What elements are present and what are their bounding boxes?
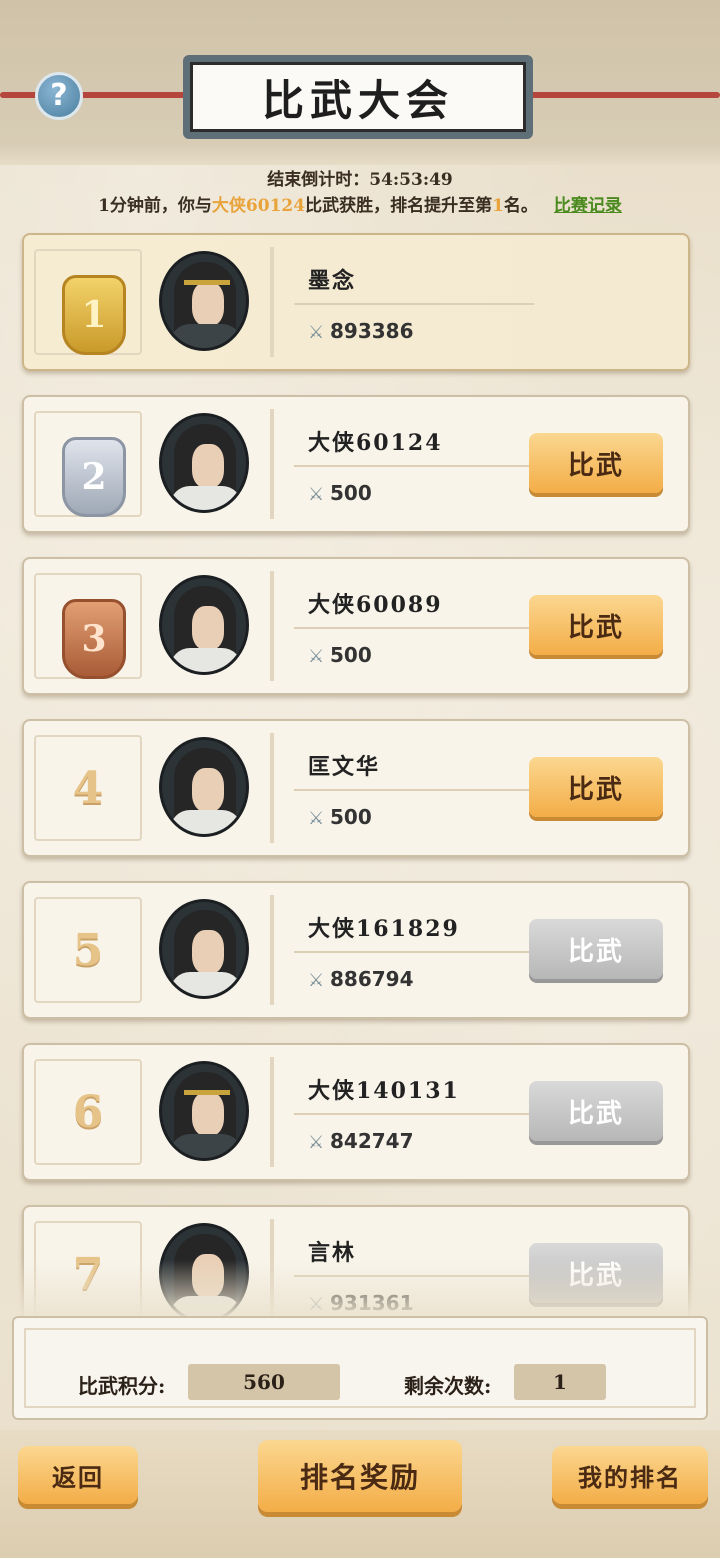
- back-button[interactable]: 返回: [18, 1446, 138, 1504]
- player-score: ⚔ 842747: [308, 1129, 414, 1153]
- new-rank: 1: [492, 196, 504, 216]
- avatar[interactable]: [159, 251, 249, 351]
- rank-badge-gold: 1: [62, 275, 126, 355]
- swords-icon: ⚔: [308, 1132, 325, 1153]
- ranking-row: 5 大侠161829 ⚔ 886794 比武: [22, 881, 690, 1019]
- avatar[interactable]: [159, 575, 249, 675]
- rope-left: [0, 92, 190, 98]
- swords-icon: ⚔: [308, 646, 325, 667]
- rank-badge-bronze: 3: [62, 599, 126, 679]
- player-score: ⚔ 893386: [308, 319, 414, 343]
- points-value: 560: [188, 1364, 340, 1400]
- remaining-label: 剩余次数:: [404, 1374, 492, 1398]
- challenge-button-disabled[interactable]: 比武: [529, 1081, 663, 1141]
- player-score: ⚔ 886794: [308, 967, 414, 991]
- swords-icon: ⚔: [308, 322, 325, 343]
- player-name: 大侠60124: [308, 430, 443, 456]
- swords-icon: ⚔: [308, 970, 325, 991]
- match-record-link[interactable]: 比赛记录: [554, 196, 622, 216]
- challenge-button[interactable]: 比武: [529, 433, 663, 493]
- player-name: 大侠161829: [308, 916, 460, 942]
- opponent-name: 大侠60124: [211, 196, 306, 216]
- player-name: 墨念: [308, 268, 357, 294]
- battle-message: 1分钟前，你与大侠60124比武获胜，排名提升至第1名。 比赛记录: [98, 196, 622, 216]
- player-name: 大侠60089: [308, 592, 443, 618]
- my-rank-button[interactable]: 我的排名: [552, 1446, 708, 1504]
- rope-right: [530, 92, 720, 98]
- ranking-row: 1 墨念 ⚔ 893386: [22, 233, 690, 371]
- player-name: 大侠140131: [308, 1078, 460, 1104]
- title-plate: 比武大会: [183, 55, 533, 139]
- stats-panel: 比武积分: 560 剩余次数: 1: [12, 1316, 708, 1420]
- rank-number: 5: [72, 924, 104, 976]
- ranking-row: 4 匡文华 ⚔ 500 比武: [22, 719, 690, 857]
- rank-number: 4: [72, 762, 104, 814]
- challenge-button-disabled[interactable]: 比武: [529, 919, 663, 979]
- rank-rewards-button[interactable]: 排名奖励: [258, 1440, 462, 1512]
- swords-icon: ⚔: [308, 484, 325, 505]
- challenge-button[interactable]: 比武: [529, 595, 663, 655]
- remaining-value: 1: [514, 1364, 606, 1400]
- player-score: ⚔ 500: [308, 805, 372, 829]
- ranking-row: 3 大侠60089 ⚔ 500 比武: [22, 557, 690, 695]
- countdown-text: 结束倒计时：54:53:49: [267, 170, 453, 190]
- player-score: ⚔ 500: [308, 481, 372, 505]
- list-fade: [0, 1260, 720, 1320]
- player-score: ⚔ 500: [308, 643, 372, 667]
- avatar[interactable]: [159, 1061, 249, 1161]
- avatar[interactable]: [159, 737, 249, 837]
- player-name: 匡文华: [308, 754, 381, 780]
- avatar[interactable]: [159, 413, 249, 513]
- swords-icon: ⚔: [308, 808, 325, 829]
- help-button[interactable]: ?: [35, 72, 83, 120]
- ranking-row: 6 大侠140131 ⚔ 842747 比武: [22, 1043, 690, 1181]
- rank-badge-silver: 2: [62, 437, 126, 517]
- challenge-button[interactable]: 比武: [529, 757, 663, 817]
- rank-number: 6: [72, 1086, 104, 1138]
- page-title: 比武大会: [261, 75, 454, 125]
- ranking-row: 2 大侠60124 ⚔ 500 比武: [22, 395, 690, 533]
- points-label: 比武积分:: [78, 1374, 166, 1398]
- avatar[interactable]: [159, 899, 249, 999]
